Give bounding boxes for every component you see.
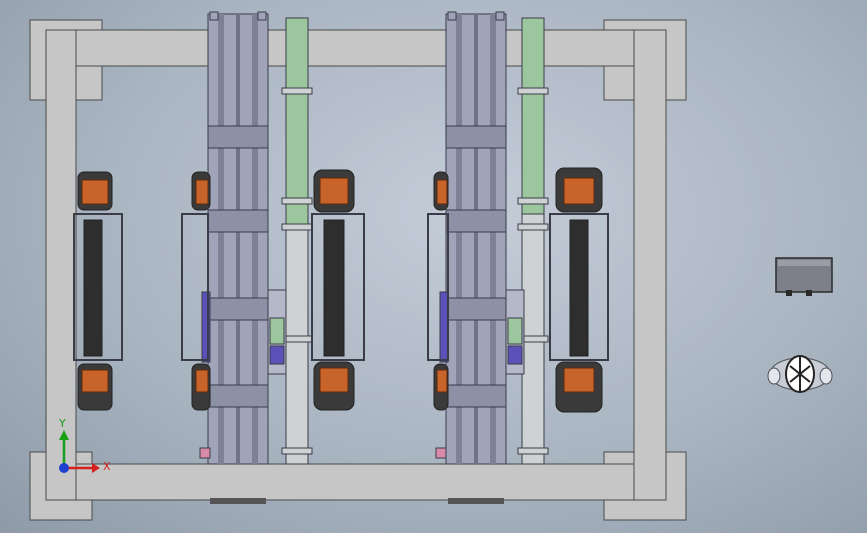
frame-inner-tab-tr (603, 65, 635, 101)
electrical-cabinet-icon[interactable] (775, 257, 833, 296)
gripper-head-icon[interactable] (767, 355, 833, 393)
cad-viewport[interactable]: X Y (0, 0, 867, 533)
assembly-scene[interactable]: X Y (0, 0, 867, 533)
servo-axis-center-left[interactable] (311, 169, 365, 411)
servo-axis-left-outer[interactable] (73, 171, 123, 411)
frame-inner-tab-tl (75, 65, 103, 101)
frame-beam-right[interactable] (633, 29, 667, 501)
linear-rail-module-left[interactable] (207, 11, 269, 504)
guide-column-left[interactable] (281, 17, 313, 465)
frame-beam-bottom[interactable] (45, 463, 667, 501)
linear-rail-module-right[interactable] (445, 11, 507, 504)
axis-x-label: X (103, 460, 111, 473)
frame-beam-top[interactable] (45, 29, 667, 67)
guide-column-right[interactable] (517, 17, 549, 465)
servo-axis-left-inner[interactable] (181, 171, 211, 411)
axis-y-label: Y (58, 417, 66, 430)
servo-axis-right-outer[interactable] (549, 167, 609, 413)
servo-axis-right-inner[interactable] (427, 171, 449, 411)
